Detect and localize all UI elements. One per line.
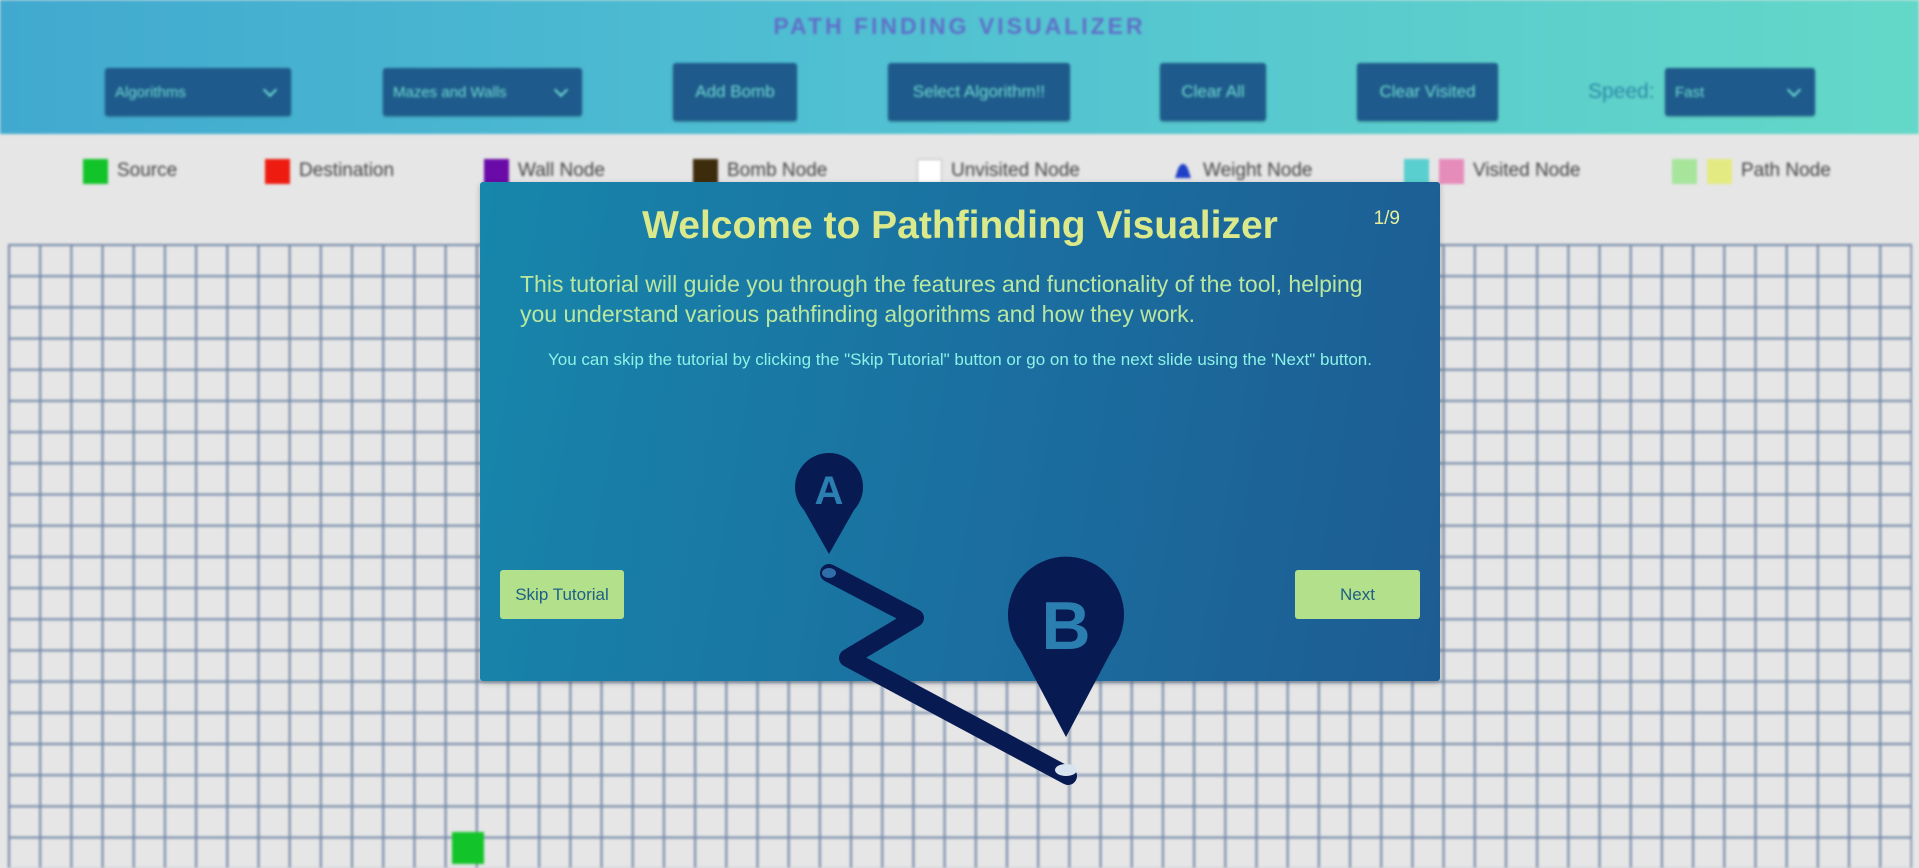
legend-label: Visited Node [1473,160,1581,181]
legend-weight: Weight Node [1173,158,1313,184]
source-node[interactable] [452,832,484,864]
skip-tutorial-button[interactable]: Skip Tutorial [500,570,624,619]
select-algorithm-button[interactable]: Select Algorithm!! [888,63,1070,121]
chevron-down-icon [1786,82,1802,98]
modal-title: Welcome to Pathfinding Visualizer [642,204,1278,247]
legend-label: Path Node [1741,160,1831,181]
destination-swatch [265,158,290,184]
add-bomb-button[interactable]: Add Bomb [673,63,797,121]
app-root: PATH FINDING VISUALIZER Algorithms Mazes… [0,0,1919,868]
legend-visited: Visited Node [1404,158,1580,184]
path-swatch-b [1707,158,1732,184]
unvisited-swatch [917,158,942,184]
legend-label: Bomb Node [727,160,828,181]
legend-path: Path Node [1672,158,1831,184]
algorithms-dropdown-label: Algorithms [115,83,186,101]
clear-all-button[interactable]: Clear All [1160,63,1266,121]
path-swatch-a [1672,158,1697,184]
speed-dropdown-value: Fast [1675,83,1705,101]
legend-label: Unvisited Node [951,160,1080,181]
legend-label: Source [117,160,178,181]
pin-a-label: A [815,469,844,513]
legend-source: Source [83,158,177,184]
wall-swatch [484,158,509,184]
visited-swatch-a [1404,158,1429,184]
chevron-down-icon [262,82,278,98]
legend-destination: Destination [265,158,394,184]
speed-label: Speed: [1588,80,1655,103]
algorithms-dropdown[interactable]: Algorithms [105,68,291,116]
legend-bomb: Bomb Node [693,158,827,184]
route-end-hole [1055,764,1077,776]
legend-label: Weight Node [1203,160,1313,181]
speed-dropdown[interactable]: Fast [1665,68,1815,116]
legend-label: Destination [299,160,395,181]
legend-wall: Wall Node [484,158,605,184]
route-start-hole [822,568,836,578]
pin-b-label: B [1041,588,1090,664]
legend-unvisited: Unvisited Node [917,158,1080,184]
modal-lead-text: This tutorial will guide you through the… [520,271,1363,327]
source-swatch [83,158,108,184]
slide-counter: 1/9 [1373,208,1400,229]
bomb-swatch [693,158,718,184]
app-title: PATH FINDING VISUALIZER [773,13,1146,39]
weight-icon [1175,164,1191,178]
legend-label: Wall Node [518,160,605,181]
route-illustration: A B [795,452,1124,785]
header-bar: PATH FINDING VISUALIZER Algorithms Mazes… [0,0,1919,134]
clear-visited-button[interactable]: Clear Visited [1357,63,1498,121]
modal-note-text: You can skip the tutorial by clicking th… [548,350,1372,369]
next-button[interactable]: Next [1295,570,1420,619]
mazes-walls-dropdown[interactable]: Mazes and Walls [383,68,582,116]
mazes-dropdown-label: Mazes and Walls [393,83,507,101]
visited-swatch-b [1439,158,1464,184]
chevron-down-icon [553,82,569,98]
